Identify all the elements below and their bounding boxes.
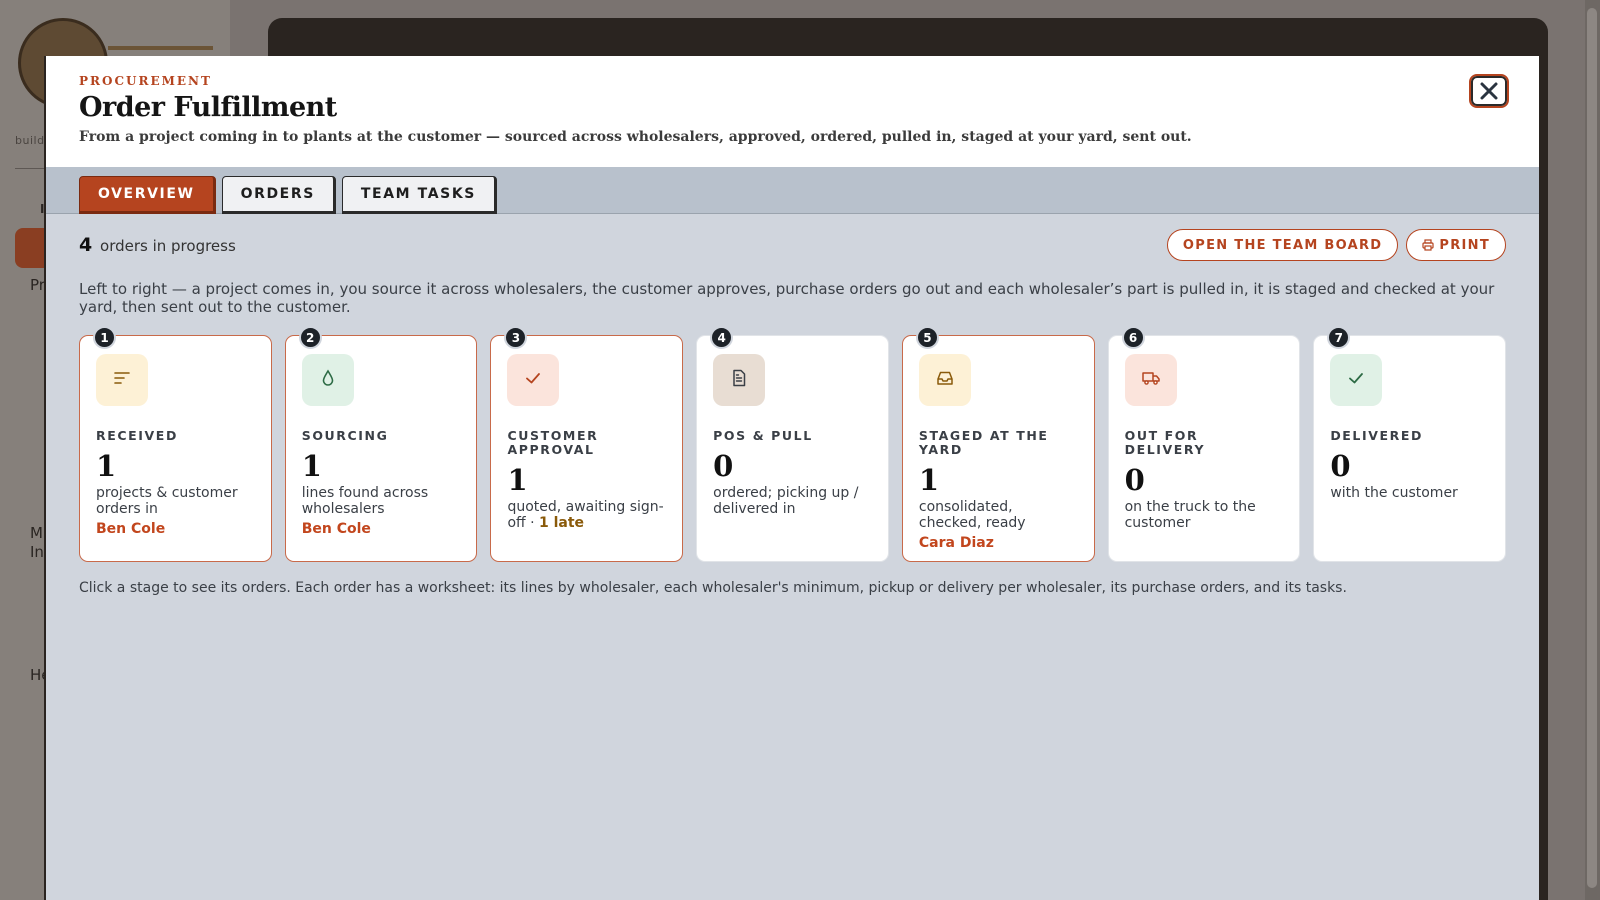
stage-count: 1 bbox=[507, 463, 528, 497]
stage-late-count: 1 late bbox=[539, 515, 585, 531]
stage-owner[interactable]: Cara Diaz bbox=[919, 535, 1078, 551]
overview-content: 4 orders in progress OPEN THE TEAM BOARD… bbox=[46, 214, 1539, 596]
stage-label: OUT FOR DELIVERY bbox=[1124, 428, 1206, 457]
orders-in-progress-label: orders in progress bbox=[100, 237, 236, 255]
stage-card-6[interactable]: 6 OUT FOR DELIVERY 0 on the truck to the… bbox=[1107, 326, 1301, 562]
pipeline-stages: 1 RECEIVED 1 projects & customer orders … bbox=[79, 326, 1507, 562]
stage-label: CUSTOMER APPROVAL bbox=[507, 428, 599, 457]
inbox-icon bbox=[935, 368, 955, 392]
orders-in-progress-count: 4 bbox=[79, 234, 93, 256]
stage-icon-tile bbox=[1330, 354, 1383, 406]
modal-subtitle: From a project coming in to plants at th… bbox=[79, 129, 1192, 145]
document-icon bbox=[729, 368, 749, 392]
tab-bar: OVERVIEW ORDERS TEAM TASKS bbox=[46, 167, 1539, 214]
stage-description-text: with the customer bbox=[1330, 485, 1458, 501]
tab-overview[interactable]: OVERVIEW bbox=[79, 176, 216, 214]
modal-eyebrow: PROCUREMENT bbox=[79, 74, 212, 88]
order-fulfillment-modal: PROCUREMENT Order Fulfillment From a pro… bbox=[44, 56, 1541, 900]
sidebar-tagline: build bbox=[15, 134, 45, 147]
stage-number-badge: 4 bbox=[710, 326, 734, 349]
stage-card-7[interactable]: 7 DELIVERED 0 with the customer bbox=[1313, 326, 1507, 562]
stage-card-2[interactable]: 2 SOURCING 1 lines found across wholesal… bbox=[284, 326, 478, 562]
lines-icon bbox=[112, 368, 132, 392]
open-team-board-button[interactable]: OPEN THE TEAM BOARD bbox=[1166, 229, 1399, 261]
stage-label: RECEIVED bbox=[96, 428, 178, 443]
stage-description: on the truck to the customer bbox=[1125, 499, 1284, 531]
stage-icon-tile bbox=[507, 354, 560, 406]
stage-icon-tile bbox=[96, 354, 148, 406]
overview-toolbar: 4 orders in progress OPEN THE TEAM BOARD… bbox=[79, 214, 1506, 274]
close-button[interactable] bbox=[1469, 74, 1509, 108]
stage-number-badge: 2 bbox=[298, 326, 322, 349]
page-scrollbar-thumb[interactable] bbox=[1587, 8, 1597, 888]
stage-count: 0 bbox=[713, 449, 734, 483]
stage-count: 1 bbox=[918, 463, 940, 497]
stage-description: ordered; picking up / delivered in bbox=[713, 485, 872, 517]
stage-description-text: consolidated, checked, ready bbox=[918, 499, 1026, 531]
orders-in-progress: 4 orders in progress bbox=[79, 234, 236, 256]
stage-description: projects & customer orders in bbox=[96, 485, 255, 517]
check-icon bbox=[523, 368, 543, 392]
stage-label: STAGED AT THE YARD bbox=[918, 428, 1049, 457]
modal-title: Order Fulfillment bbox=[79, 92, 337, 123]
sidebar-item-m: M bbox=[30, 524, 43, 542]
stage-icon-tile bbox=[918, 354, 971, 406]
stage-number-badge: 3 bbox=[504, 326, 528, 349]
stage-card-4[interactable]: 4 POS & PULL 0 ordered; picking up / del… bbox=[696, 326, 889, 562]
stage-description-text: on the truck to the customer bbox=[1124, 499, 1256, 531]
stage-number-badge: 1 bbox=[93, 326, 116, 349]
stage-card-5[interactable]: 5 STAGED AT THE YARD 1 consolidated, che… bbox=[901, 326, 1095, 562]
truck-icon bbox=[1141, 368, 1161, 392]
check-icon bbox=[1346, 368, 1366, 392]
stage-description: quoted, awaiting sign-off · 1 late bbox=[507, 499, 666, 531]
stage-count: 1 bbox=[96, 449, 117, 483]
stage-description-text: quoted, awaiting sign-off · bbox=[507, 499, 664, 531]
stage-description: consolidated, checked, ready bbox=[919, 499, 1078, 531]
stage-owner[interactable]: Ben Cole bbox=[302, 521, 461, 537]
pipeline-intro: Left to right — a project comes in, you … bbox=[79, 280, 1495, 316]
stage-card-1[interactable]: 1 RECEIVED 1 projects & customer orders … bbox=[79, 326, 272, 562]
pipeline-footnote: Click a stage to see its orders. Each or… bbox=[79, 580, 1347, 596]
brand-logo-flourish bbox=[108, 46, 213, 50]
stage-count: 1 bbox=[301, 449, 322, 483]
stage-count: 0 bbox=[1124, 463, 1145, 497]
stage-description-text: ordered; picking up / delivered in bbox=[713, 485, 859, 517]
stage-owner[interactable]: Ben Cole bbox=[96, 521, 255, 537]
sidebar-item-pr: Pr bbox=[30, 276, 45, 294]
stage-description: lines found across wholesalers bbox=[302, 485, 461, 517]
close-icon bbox=[1480, 82, 1498, 100]
stage-count: 0 bbox=[1330, 449, 1351, 483]
stage-label: DELIVERED bbox=[1330, 428, 1423, 443]
print-button[interactable]: PRINT bbox=[1406, 229, 1506, 261]
drop-icon bbox=[318, 368, 338, 392]
printer-icon bbox=[1422, 239, 1434, 251]
stage-number-badge: 7 bbox=[1327, 326, 1351, 349]
stage-description: with the customer bbox=[1330, 485, 1489, 501]
stage-icon-tile bbox=[1124, 354, 1177, 406]
tab-team-tasks[interactable]: TEAM TASKS bbox=[341, 176, 497, 214]
stage-number-badge: 5 bbox=[915, 326, 939, 349]
open-team-board-label: OPEN THE TEAM BOARD bbox=[1182, 237, 1383, 253]
print-label: PRINT bbox=[1439, 237, 1490, 253]
stage-description-text: projects & customer orders in bbox=[96, 485, 238, 517]
overview-actions: OPEN THE TEAM BOARD PRINT bbox=[1166, 229, 1506, 261]
stage-label: SOURCING bbox=[301, 428, 389, 443]
sidebar-item-in: In bbox=[30, 543, 44, 561]
tab-orders[interactable]: ORDERS bbox=[221, 176, 336, 214]
stage-icon-tile bbox=[713, 354, 766, 406]
stage-card-3[interactable]: 3 CUSTOMER APPROVAL 1 quoted, awaiting s… bbox=[490, 326, 684, 562]
stage-description-text: lines found across wholesalers bbox=[301, 485, 429, 517]
stage-number-badge: 6 bbox=[1121, 326, 1145, 349]
stage-icon-tile bbox=[301, 354, 354, 406]
stage-label: POS & PULL bbox=[713, 428, 813, 443]
modal-header: PROCUREMENT Order Fulfillment From a pro… bbox=[46, 56, 1539, 167]
